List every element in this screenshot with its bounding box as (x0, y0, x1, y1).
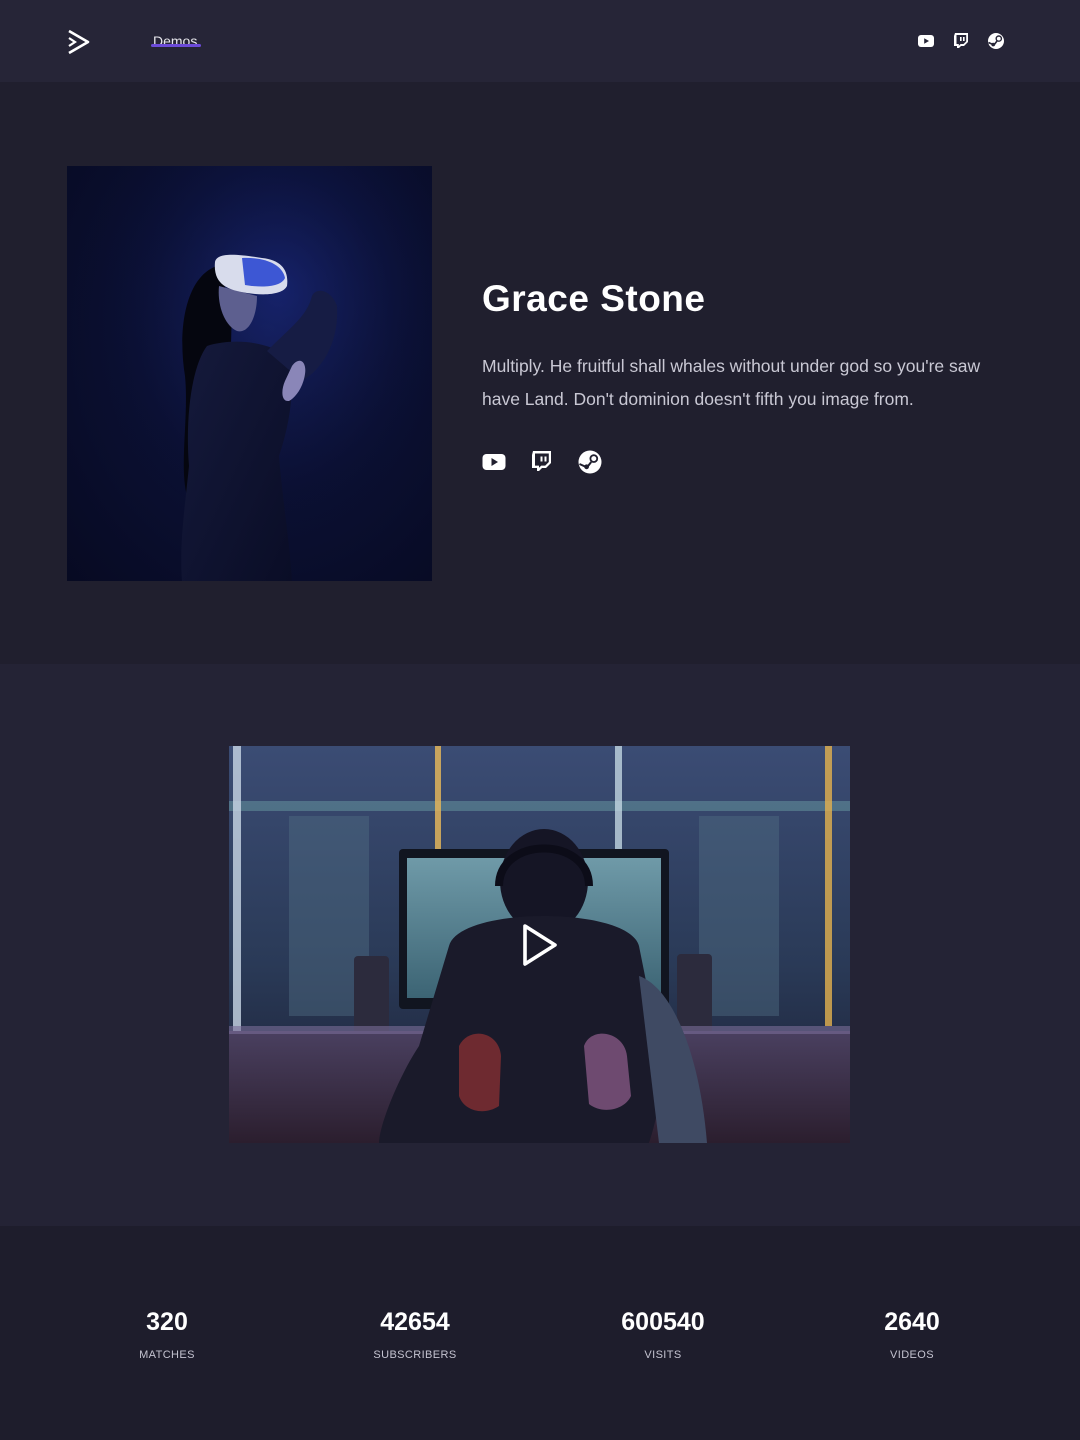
nav-active-underline (151, 44, 201, 47)
profile-section: Grace Stone Multiply. He fruitful shall … (0, 82, 1080, 664)
stat-matches: 320 MATCHES (67, 1308, 267, 1361)
stat-label: SUBSCRIBERS (373, 1349, 457, 1361)
play-icon[interactable] (519, 922, 561, 968)
video-thumbnail[interactable] (229, 746, 850, 1143)
stat-label: MATCHES (139, 1349, 195, 1361)
profile-portrait-image (67, 166, 432, 581)
stat-value: 2640 (884, 1308, 940, 1336)
stat-label: VISITS (644, 1349, 682, 1361)
site-header: Demos (0, 0, 1080, 82)
profile-bio: Multiply. He fruitful shall whales witho… (482, 356, 981, 409)
stat-value: 320 (146, 1308, 188, 1336)
vr-headset-person-illustration (67, 166, 432, 581)
stat-value: 42654 (380, 1308, 450, 1336)
youtube-icon[interactable] (916, 31, 936, 51)
stat-videos: 2640 VIDEOS (812, 1308, 1012, 1361)
twitch-icon[interactable] (529, 449, 555, 475)
stats-section: 320 MATCHES 42654 SUBSCRIBERS 600540 VIS… (0, 1226, 1080, 1440)
stat-visits: 600540 VISITS (563, 1308, 763, 1361)
video-section (0, 664, 1080, 1226)
steam-icon[interactable] (986, 31, 1006, 51)
stat-subscribers: 42654 SUBSCRIBERS (315, 1308, 515, 1361)
youtube-icon[interactable] (481, 449, 507, 475)
profile-name: Grace Stone (482, 278, 706, 319)
logo-play-icon[interactable] (66, 28, 92, 56)
stat-value: 600540 (621, 1308, 705, 1336)
twitch-icon[interactable] (951, 31, 971, 51)
steam-icon[interactable] (577, 449, 603, 475)
stat-label: VIDEOS (890, 1349, 934, 1361)
